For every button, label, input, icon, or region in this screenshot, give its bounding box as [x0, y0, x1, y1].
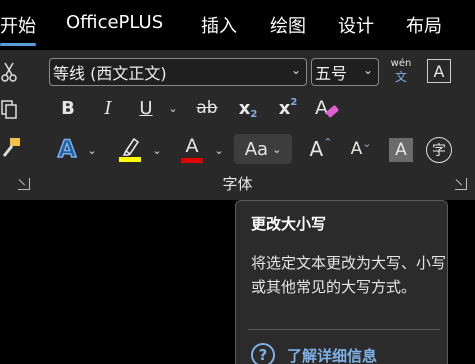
- tooltip-help-text: 了解详细信息: [287, 346, 378, 364]
- tooltip-help-link[interactable]: ? 了解详细信息: [251, 343, 377, 364]
- clear-formatting-button[interactable]: A: [312, 94, 342, 122]
- highlight-chevron-icon[interactable]: ⌄: [150, 142, 164, 158]
- highlighter-icon: [119, 137, 141, 162]
- change-case-button[interactable]: Aa ⌄: [234, 134, 292, 164]
- character-border-label: A: [433, 61, 445, 81]
- grow-font-label: A: [309, 137, 324, 161]
- shrink-font-button[interactable]: A ⌄: [346, 134, 376, 164]
- subscript-label: x: [238, 97, 251, 119]
- tooltip-description: 将选定文本更改为大写、小写或其他常见的大写方式。: [251, 254, 447, 296]
- shrink-font-label: A: [350, 139, 363, 159]
- phonetic-guide-pinyin: wén: [390, 58, 412, 69]
- strikethrough-button[interactable]: ab: [194, 94, 220, 122]
- help-icon-glyph: ?: [258, 346, 268, 364]
- character-shading-button[interactable]: A: [389, 138, 413, 162]
- ribbon-panel: 等线 (西文正文) ⌄ 五号 ⌄ wén 文 A B I U ⌄ ab x2 x…: [0, 50, 475, 200]
- tab-design[interactable]: 设计: [338, 12, 374, 38]
- text-effects-chevron-icon[interactable]: ⌄: [85, 142, 99, 158]
- text-effects-icon: A: [57, 134, 77, 164]
- tab-officeplus[interactable]: OfficePLUS: [66, 12, 163, 33]
- shrink-caret-icon: ⌄: [362, 136, 372, 150]
- font-size-value: 五号: [315, 64, 348, 83]
- phonetic-guide-button[interactable]: wén 文: [388, 56, 414, 86]
- font-color-label: A: [185, 134, 199, 157]
- font-color-chevron-icon[interactable]: ⌄: [212, 142, 226, 158]
- font-color-swatch: [181, 157, 203, 163]
- italic-label: I: [104, 97, 112, 119]
- format-painter-icon[interactable]: [0, 134, 22, 162]
- bold-button[interactable]: B: [58, 94, 78, 122]
- subscript-button[interactable]: x2: [236, 94, 260, 122]
- tooltip-divider: [248, 329, 440, 330]
- strikethrough-label: ab: [196, 98, 218, 118]
- help-icon: ?: [251, 343, 275, 364]
- copy-icon[interactable]: [0, 96, 18, 124]
- underline-label: U: [139, 97, 153, 119]
- grow-font-button[interactable]: A ⌃: [306, 134, 336, 164]
- ribbon-tab-bar: 开始 OfficePLUS 插入 绘图 设计 布局: [0, 0, 475, 50]
- svg-text:A: A: [315, 97, 328, 119]
- bold-label: B: [61, 97, 75, 119]
- font-name-value: 等线 (西文正文): [53, 64, 167, 83]
- highlight-button[interactable]: [116, 134, 144, 164]
- tab-layout[interactable]: 布局: [406, 12, 442, 38]
- text-effects-button[interactable]: A: [52, 134, 82, 164]
- font-size-combobox[interactable]: 五号 ⌄: [311, 58, 379, 86]
- cut-icon[interactable]: [0, 58, 18, 86]
- superscript-button[interactable]: x2: [276, 94, 300, 122]
- underline-button[interactable]: U: [136, 94, 156, 122]
- font-group-label: 字体: [222, 175, 253, 193]
- superscript-label: x: [278, 97, 291, 119]
- font-dialog-launcher-icon[interactable]: [455, 178, 467, 190]
- chevron-down-icon: ⌄: [290, 63, 301, 77]
- change-case-chevron-icon: ⌄: [272, 142, 282, 156]
- clear-formatting-icon: A: [315, 97, 339, 119]
- superscript-mark: 2: [290, 96, 298, 108]
- subscript-mark: 2: [250, 108, 258, 120]
- highlight-color-swatch: [119, 157, 141, 162]
- character-shading-label: A: [395, 140, 407, 160]
- chevron-down-icon: ⌄: [362, 63, 373, 77]
- enclose-characters-button[interactable]: 字: [426, 137, 452, 163]
- change-case-label: Aa: [244, 138, 269, 160]
- enclose-characters-label: 字: [432, 143, 446, 159]
- phonetic-guide-char: 文: [394, 70, 407, 84]
- grow-caret-icon: ⌃: [323, 135, 333, 149]
- change-case-tooltip: 更改大小写 将选定文本更改为大写、小写或其他常见的大写方式。 ? 了解详细信息: [235, 200, 448, 364]
- italic-button[interactable]: I: [98, 94, 118, 122]
- font-name-combobox[interactable]: 等线 (西文正文) ⌄: [49, 58, 307, 86]
- character-border-button[interactable]: A: [427, 59, 451, 83]
- tooltip-title: 更改大小写: [251, 215, 327, 233]
- tab-draw[interactable]: 绘图: [270, 12, 306, 38]
- tab-home[interactable]: 开始: [0, 12, 36, 46]
- underline-dropdown-chevron-icon[interactable]: ⌄: [166, 100, 180, 116]
- tab-insert[interactable]: 插入: [201, 12, 237, 38]
- font-color-button[interactable]: A: [178, 134, 206, 164]
